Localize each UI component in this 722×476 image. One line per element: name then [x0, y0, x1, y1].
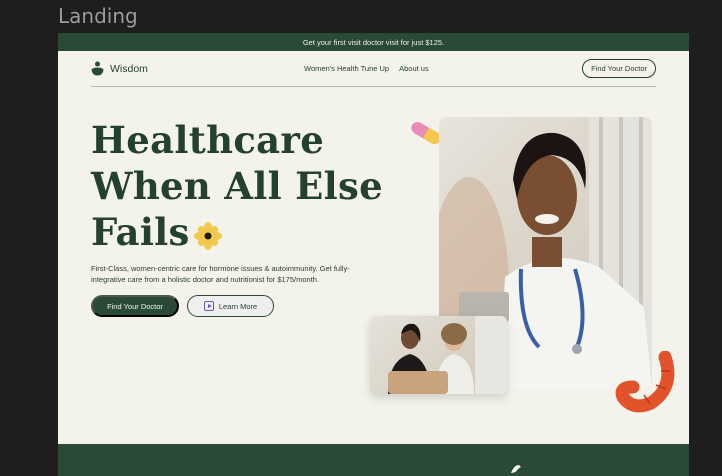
worm-icon [615, 351, 675, 413]
promo-bar: Get your first visit doctor visit for ju… [58, 33, 689, 51]
frame-label: Landing [58, 4, 138, 28]
play-icon [203, 301, 214, 311]
nav-link-about-us[interactable]: About us [399, 64, 429, 73]
hero-learn-more-button[interactable]: Learn More [187, 295, 274, 317]
nav-links: Women's Health Tune Up About us [304, 64, 429, 73]
learn-more-label: Learn More [218, 301, 258, 311]
hero-title: Healthcare When All Else Fails [91, 117, 391, 255]
nav-link-womens-health[interactable]: Women's Health Tune Up [304, 64, 389, 73]
consultation-photo-illustration [388, 316, 507, 394]
hero-title-line-2: When All Else [91, 164, 384, 208]
bird-icon [511, 465, 521, 473]
logo-text: Wisdom [110, 62, 148, 75]
logo[interactable]: Wisdom [91, 61, 148, 76]
hero-title-line-3: Fails [91, 209, 391, 255]
hero-description: First-Class, women-centric care for horm… [91, 264, 350, 284]
footer-band [58, 444, 689, 476]
top-nav: Wisdom Women's Health Tune Up About us F… [91, 51, 656, 87]
flower-icon [193, 221, 222, 250]
promo-text: Get your first visit doctor visit for ju… [302, 37, 445, 47]
nav-find-doctor-button[interactable]: Find Your Doctor [582, 59, 656, 78]
hero-title-line-3-text: Fails [91, 210, 190, 254]
wisdom-logo-icon [91, 61, 104, 76]
landing-page-frame: Get your first visit doctor visit for ju… [58, 33, 689, 476]
consultation-photo [370, 316, 507, 394]
hero-find-doctor-button[interactable]: Find Your Doctor [91, 295, 179, 317]
hero-title-line-1: Healthcare [91, 118, 325, 162]
